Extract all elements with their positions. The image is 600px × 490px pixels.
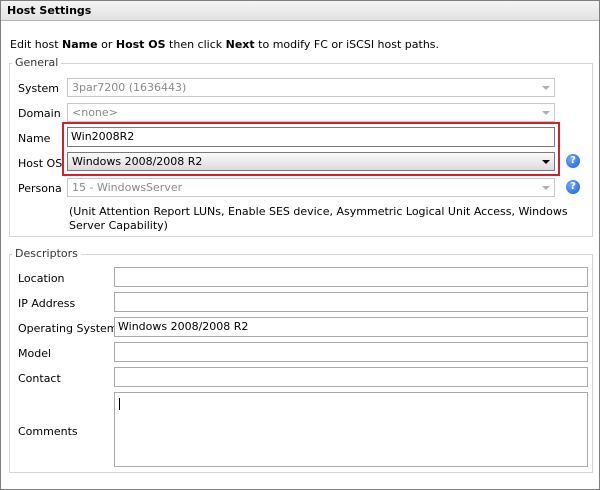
help-icon[interactable]: ?	[566, 154, 580, 168]
chevron-down-icon	[542, 111, 550, 115]
host-settings-panel: Host Settings Edit host Name or Host OS …	[0, 0, 600, 490]
highlight-box	[62, 122, 560, 176]
descriptors-group-title: Descriptors	[12, 247, 81, 260]
host-os-label: Host OS	[18, 157, 63, 170]
ip-address-input[interactable]	[114, 292, 588, 312]
domain-select[interactable]: <none>	[67, 103, 555, 122]
persona-label: Persona	[18, 182, 62, 195]
persona-note: (Unit Attention Report LUNs, Enable SES …	[69, 205, 568, 232]
comments-textarea[interactable]	[114, 392, 588, 467]
general-group-title: General	[12, 56, 62, 69]
intro-text: Edit host Name or Host OS then click Nex…	[10, 38, 440, 51]
chevron-down-icon	[542, 186, 550, 190]
model-input[interactable]	[114, 342, 588, 362]
contact-input[interactable]	[114, 367, 588, 387]
location-input[interactable]	[114, 267, 588, 287]
persona-select[interactable]: 15 - WindowsServer	[67, 178, 555, 197]
text-caret	[119, 398, 120, 410]
operating-system-input[interactable]: Windows 2008/2008 R2	[114, 317, 588, 337]
chevron-down-icon	[542, 86, 550, 90]
domain-label: Domain	[18, 107, 61, 120]
help-icon[interactable]: ?	[566, 180, 580, 194]
location-label: Location	[18, 272, 65, 285]
system-select[interactable]: 3par7200 (1636443)	[67, 78, 555, 97]
contact-label: Contact	[18, 372, 61, 385]
comments-label: Comments	[18, 425, 78, 438]
system-label: System	[18, 82, 60, 95]
panel-header: Host Settings	[1, 1, 599, 21]
operating-system-label: Operating System	[18, 322, 118, 335]
name-label: Name	[18, 132, 51, 145]
ip-address-label: IP Address	[18, 297, 76, 310]
model-label: Model	[18, 347, 52, 360]
